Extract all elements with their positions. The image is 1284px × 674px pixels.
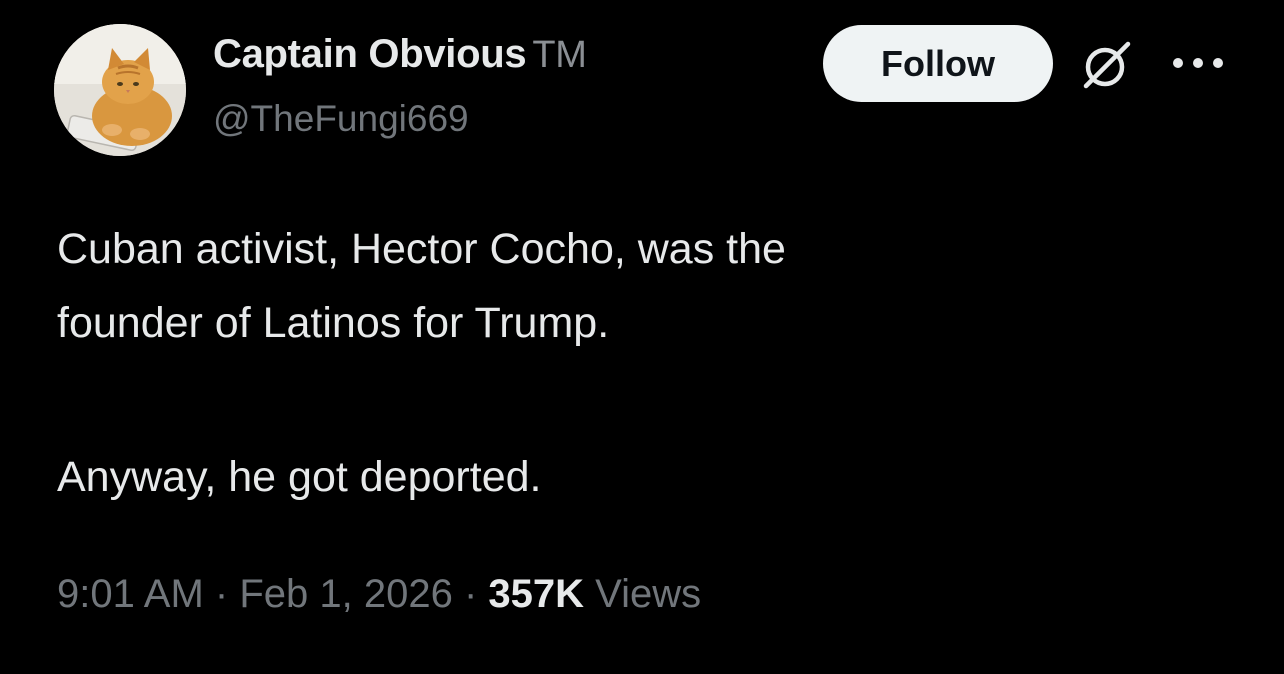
display-name[interactable]: Captain Obvious TM (213, 32, 587, 77)
tweet-date[interactable]: Feb 1, 2026 (239, 572, 453, 616)
tweet-line-1: Cuban activist, Hector Cocho, was the (57, 225, 786, 273)
views-count[interactable]: 357K (488, 572, 584, 616)
meta-separator: · (214, 572, 229, 616)
avatar[interactable] (54, 24, 186, 156)
more-icon[interactable] (1170, 51, 1226, 75)
trademark-badge: TM (532, 34, 587, 76)
orange-cat-avatar-icon (54, 24, 186, 156)
display-name-text: Captain Obvious (213, 32, 527, 76)
tweet-line-2: founder of Latinos for Trump. (57, 299, 610, 347)
tweet-meta: 9:01 AM · Feb 1, 2026 · 357K Views (57, 572, 701, 617)
views-label: Views (595, 572, 702, 616)
user-handle[interactable]: @TheFungi669 (213, 98, 469, 140)
meta-separator: · (463, 572, 478, 616)
tweet-text: Cuban activist, Hector Cocho, was the fo… (57, 212, 1237, 514)
tweet-time[interactable]: 9:01 AM (57, 572, 204, 616)
follow-button[interactable]: Follow (823, 25, 1053, 102)
grok-icon[interactable] (1078, 36, 1136, 94)
tweet-line-3: Anyway, he got deported. (57, 453, 542, 501)
